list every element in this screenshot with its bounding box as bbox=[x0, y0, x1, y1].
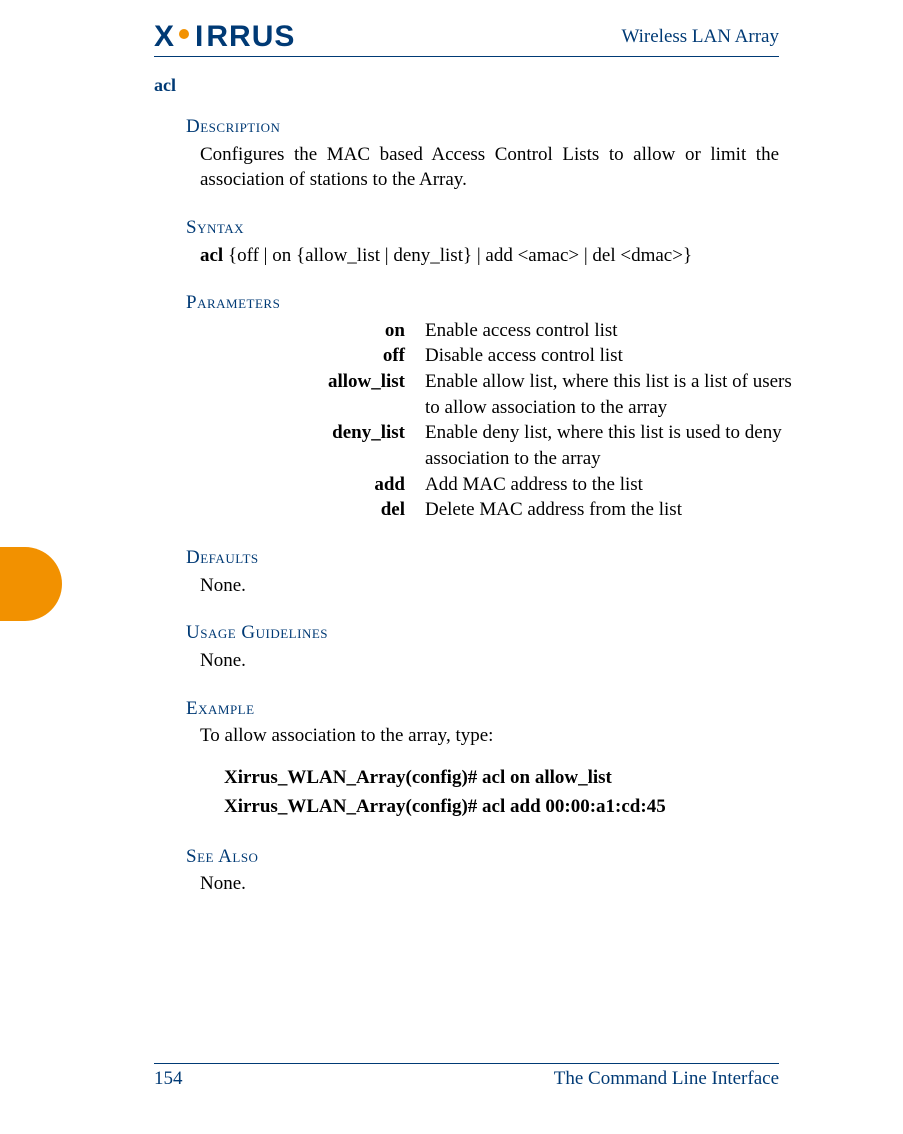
section-heading-example: Example bbox=[186, 696, 779, 722]
table-row: deny_list Enable deny list, where this l… bbox=[200, 420, 793, 471]
usage-text: None. bbox=[200, 648, 779, 674]
seealso-text: None. bbox=[200, 871, 779, 897]
syntax-text: acl {off | on {allow_list | deny_list} |… bbox=[200, 243, 779, 269]
param-desc: Enable access control list bbox=[425, 318, 793, 344]
param-name: off bbox=[200, 343, 425, 369]
table-row: del Delete MAC address from the list bbox=[200, 497, 793, 523]
page-footer: 154 The Command Line Interface bbox=[154, 1063, 779, 1090]
brand-logo: XIRRUS bbox=[154, 20, 295, 54]
syntax-keyword: acl bbox=[200, 245, 223, 266]
section-heading-parameters: Parameters bbox=[186, 290, 779, 316]
section-heading-usage: Usage Guidelines bbox=[186, 620, 779, 646]
page-number: 154 bbox=[154, 1068, 183, 1090]
example-line: Xirrus_WLAN_Array(config)# acl add 00:00… bbox=[224, 792, 779, 821]
section-heading-description: Description bbox=[186, 114, 779, 140]
command-title: acl bbox=[154, 75, 779, 96]
param-name: on bbox=[200, 318, 425, 344]
section-heading-defaults: Defaults bbox=[186, 545, 779, 571]
content-body: Description Configures the MAC based Acc… bbox=[186, 114, 779, 897]
param-name: add bbox=[200, 472, 425, 498]
product-name: Wireless LAN Array bbox=[621, 26, 779, 48]
defaults-text: None. bbox=[200, 573, 779, 599]
example-line: Xirrus_WLAN_Array(config)# acl on allow_… bbox=[224, 763, 779, 792]
param-desc: Add MAC address to the list bbox=[425, 472, 793, 498]
chapter-title: The Command Line Interface bbox=[554, 1068, 779, 1090]
logo-dot-icon bbox=[179, 29, 189, 39]
section-heading-seealso: See Also bbox=[186, 844, 779, 870]
example-intro: To allow association to the array, type: bbox=[200, 723, 779, 749]
param-name: deny_list bbox=[200, 420, 425, 471]
param-name: del bbox=[200, 497, 425, 523]
syntax-rest: {off | on {allow_list | deny_list} | add… bbox=[223, 245, 692, 266]
param-desc: Disable access control list bbox=[425, 343, 793, 369]
description-text: Configures the MAC based Access Control … bbox=[200, 142, 779, 193]
page-container: XIRRUS Wireless LAN Array acl Descriptio… bbox=[0, 0, 903, 1134]
example-code: Xirrus_WLAN_Array(config)# acl on allow_… bbox=[224, 763, 779, 822]
table-row: off Disable access control list bbox=[200, 343, 793, 369]
section-heading-syntax: Syntax bbox=[186, 215, 779, 241]
table-row: allow_list Enable allow list, where this… bbox=[200, 369, 793, 420]
param-desc: Enable allow list, where this list is a … bbox=[425, 369, 793, 420]
page-header: XIRRUS Wireless LAN Array bbox=[154, 20, 779, 57]
param-desc: Delete MAC address from the list bbox=[425, 497, 793, 523]
param-name: allow_list bbox=[200, 369, 425, 420]
table-row: on Enable access control list bbox=[200, 318, 793, 344]
param-desc: Enable deny list, where this list is use… bbox=[425, 420, 793, 471]
parameters-table: on Enable access control list off Disabl… bbox=[200, 318, 793, 523]
table-row: add Add MAC address to the list bbox=[200, 472, 793, 498]
